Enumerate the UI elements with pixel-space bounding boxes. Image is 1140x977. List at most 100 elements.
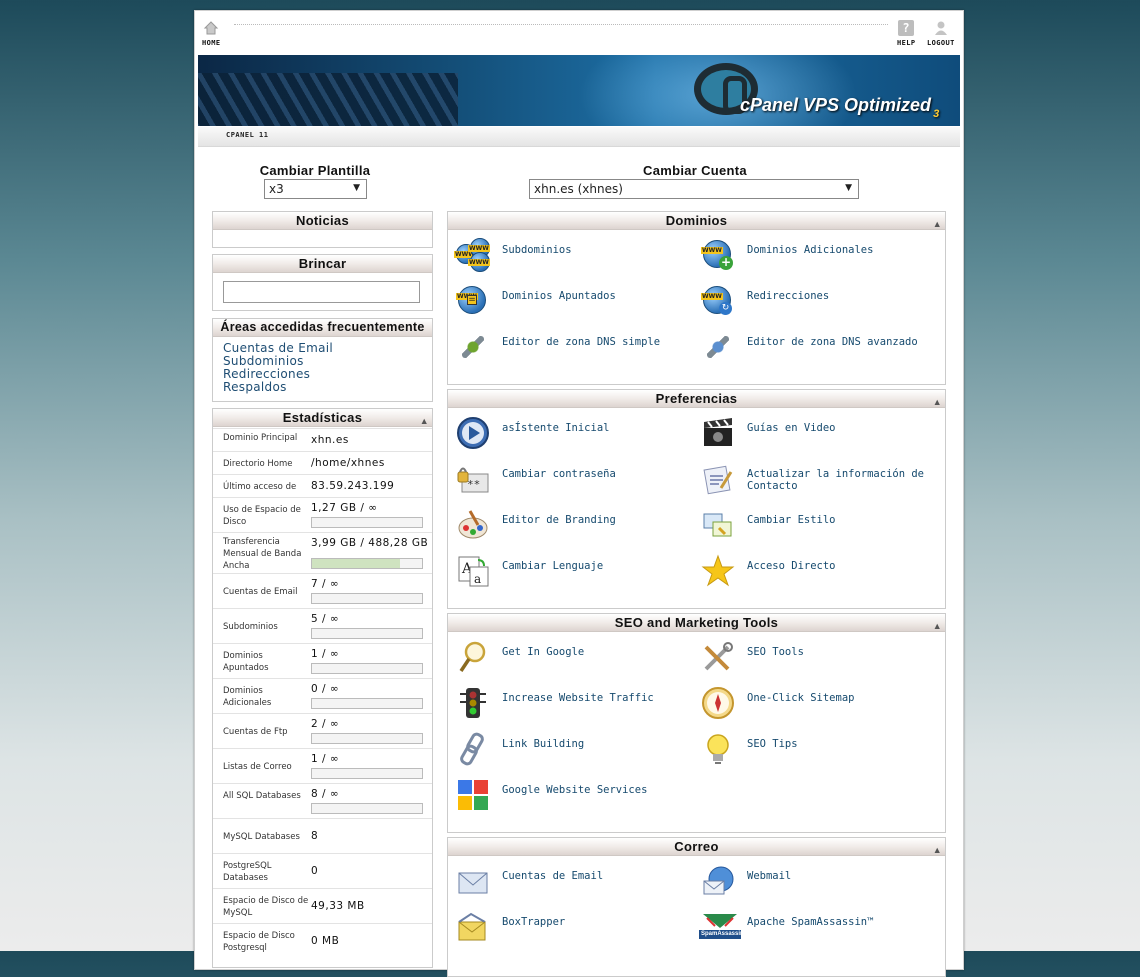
usage-bar xyxy=(311,593,423,604)
video-tutorials-link[interactable]: Guías en Video xyxy=(701,416,936,456)
stat-value: 7 / ∞ xyxy=(311,578,340,590)
boxtrapper-link[interactable]: BoxTrapper xyxy=(456,910,691,950)
traffic-light-icon xyxy=(456,686,490,720)
link-building-link[interactable]: Link Building xyxy=(456,732,691,772)
stats-row: Cuentas de Email 7 / ∞ xyxy=(213,573,432,608)
item-label: Editor de zona DNS simple xyxy=(502,336,661,348)
stats-row: Espacio de Disco de MySQL 49,33 MB xyxy=(213,888,432,923)
envelope-icon xyxy=(456,864,490,898)
item-label: SEO Tools xyxy=(747,646,804,658)
frequent-link[interactable]: Respaldos xyxy=(223,381,422,394)
cpanel-page: HOME ? HELP LOGOUT cPanel VPS Optimized 3… xyxy=(194,10,964,977)
change-style-link[interactable]: Cambiar Estilo xyxy=(701,508,936,548)
mail-header[interactable]: Correo ▲ xyxy=(448,838,945,856)
seo-tips-link[interactable]: SEO Tips xyxy=(701,732,936,772)
getting-started-link[interactable]: asÍstente Inicial xyxy=(456,416,691,456)
logout-button[interactable]: LOGOUT xyxy=(927,20,955,47)
divider xyxy=(234,24,888,25)
usage-bar-fill xyxy=(312,559,400,568)
www-plus-icon: + xyxy=(701,238,735,272)
branding-editor-link[interactable]: Editor de Branding xyxy=(456,508,691,548)
stats-row: Último acceso de 83.59.243.199 xyxy=(213,474,432,497)
item-label: Redirecciones xyxy=(747,290,830,302)
google-services-icon xyxy=(456,778,490,812)
contact-notepad-icon xyxy=(701,462,735,496)
item-label: Acceso Directo xyxy=(747,560,836,572)
news-panel: Noticias xyxy=(212,211,433,248)
spamassassin-link[interactable]: SpamAssassin Apache SpamAssassin™ xyxy=(699,910,936,950)
stat-value: 0 xyxy=(311,865,319,877)
item-label: Actualizar la información de Contacto xyxy=(747,468,925,492)
stats-row: MySQL Databases 8 xyxy=(213,818,432,853)
stat-value: 1,27 GB / ∞ xyxy=(311,502,378,514)
stat-label: MySQL Databases xyxy=(223,832,300,842)
stat-value: 8 xyxy=(311,830,319,842)
advanced-dns-link[interactable]: Editor de zona DNS avanzado xyxy=(701,330,936,370)
subdomains-link[interactable]: Subdominios xyxy=(454,238,691,278)
parked-domains-link[interactable]: = Dominios Apuntados xyxy=(456,284,691,324)
domains-header[interactable]: Dominios ▲ xyxy=(448,212,945,230)
cpanel-banner: cPanel VPS Optimized 3 xyxy=(198,55,960,126)
update-contact-link[interactable]: Actualizar la información de Contacto xyxy=(701,462,936,502)
stat-label: Subdominios xyxy=(223,622,278,632)
item-label: Cambiar Lenguaje xyxy=(502,560,604,572)
shortcuts-link[interactable]: Acceso Directo xyxy=(701,554,936,594)
home-label: HOME xyxy=(202,39,221,47)
home-button[interactable]: HOME xyxy=(202,20,220,47)
simple-dns-link[interactable]: Editor de zona DNS simple xyxy=(456,330,691,370)
stat-label: Último acceso de xyxy=(223,482,297,492)
jump-input[interactable] xyxy=(223,281,420,303)
news-title: Noticias xyxy=(213,212,432,230)
collapse-icon[interactable]: ▲ xyxy=(933,842,942,859)
stats-row: Uso de Espacio de Disco 1,27 GB / ∞ xyxy=(213,497,432,532)
seo-tools-link[interactable]: SEO Tools xyxy=(701,640,936,680)
addon-domains-link[interactable]: + Dominios Adicionales xyxy=(701,238,936,278)
usage-bar xyxy=(311,558,423,569)
item-label: Dominios Adicionales xyxy=(747,244,874,256)
account-select[interactable]: xhn.es (xhnes) ▼ xyxy=(529,179,859,199)
item-label: Google Website Services xyxy=(502,784,648,796)
stat-label: Dominios Apuntados xyxy=(223,651,269,673)
template-selector: Cambiar Plantilla x3 ▼ xyxy=(255,163,375,199)
usage-bar xyxy=(311,698,423,709)
usage-bar xyxy=(311,517,423,528)
webmail-link[interactable]: Webmail xyxy=(701,864,936,904)
stat-value: /home/xhnes xyxy=(311,457,385,469)
increase-traffic-link[interactable]: Increase Website Traffic xyxy=(456,686,691,726)
get-in-google-link[interactable]: Get In Google xyxy=(456,640,691,680)
item-label: Apache SpamAssassin™ xyxy=(747,916,874,928)
item-label: Cambiar contraseña xyxy=(502,468,616,480)
sitemap-link[interactable]: One-Click Sitemap xyxy=(701,686,936,726)
collapse-icon[interactable]: ▲ xyxy=(933,216,942,233)
item-label: asÍstente Inicial xyxy=(502,422,610,434)
help-button[interactable]: ? HELP xyxy=(897,20,915,47)
google-services-link[interactable]: Google Website Services xyxy=(456,778,691,818)
stat-label: PostgreSQL Databases xyxy=(223,861,272,883)
dns-wrench-advanced-icon xyxy=(701,330,735,364)
usage-bar xyxy=(311,803,423,814)
jump-title: Brincar xyxy=(213,255,432,273)
www-redirect-icon: ↻ xyxy=(701,284,735,318)
account-value: xhn.es (xhnes) xyxy=(534,182,623,196)
item-label: Get In Google xyxy=(502,646,585,658)
stat-label: All SQL Databases xyxy=(223,791,301,801)
change-password-link[interactable]: ** Cambiar contraseña xyxy=(456,462,691,502)
dropdown-arrow-icon: ▼ xyxy=(353,183,360,193)
item-label: Subdominios xyxy=(502,244,572,256)
preferences-header[interactable]: Preferencias ▲ xyxy=(448,390,945,408)
section-title: Correo xyxy=(674,839,719,854)
collapse-icon[interactable]: ▲ xyxy=(933,394,942,411)
boxtrapper-icon xyxy=(456,910,490,944)
email-accounts-link[interactable]: Cuentas de Email xyxy=(456,864,691,904)
stat-label: Espacio de Disco de MySQL xyxy=(223,896,309,918)
collapse-icon[interactable]: ▲ xyxy=(933,618,942,635)
template-select[interactable]: x3 ▼ xyxy=(264,179,367,199)
home-icon xyxy=(203,20,219,36)
seo-header[interactable]: SEO and Marketing Tools ▲ xyxy=(448,614,945,632)
change-language-link[interactable]: Aa Cambiar Lenguaje xyxy=(456,554,691,594)
logout-label: LOGOUT xyxy=(927,39,955,47)
item-label: One-Click Sitemap xyxy=(747,692,855,704)
redirects-link[interactable]: ↻ Redirecciones xyxy=(701,284,936,324)
stat-label: Listas de Correo xyxy=(223,762,292,772)
stats-header[interactable]: Estadísticas ▲ xyxy=(213,409,432,427)
